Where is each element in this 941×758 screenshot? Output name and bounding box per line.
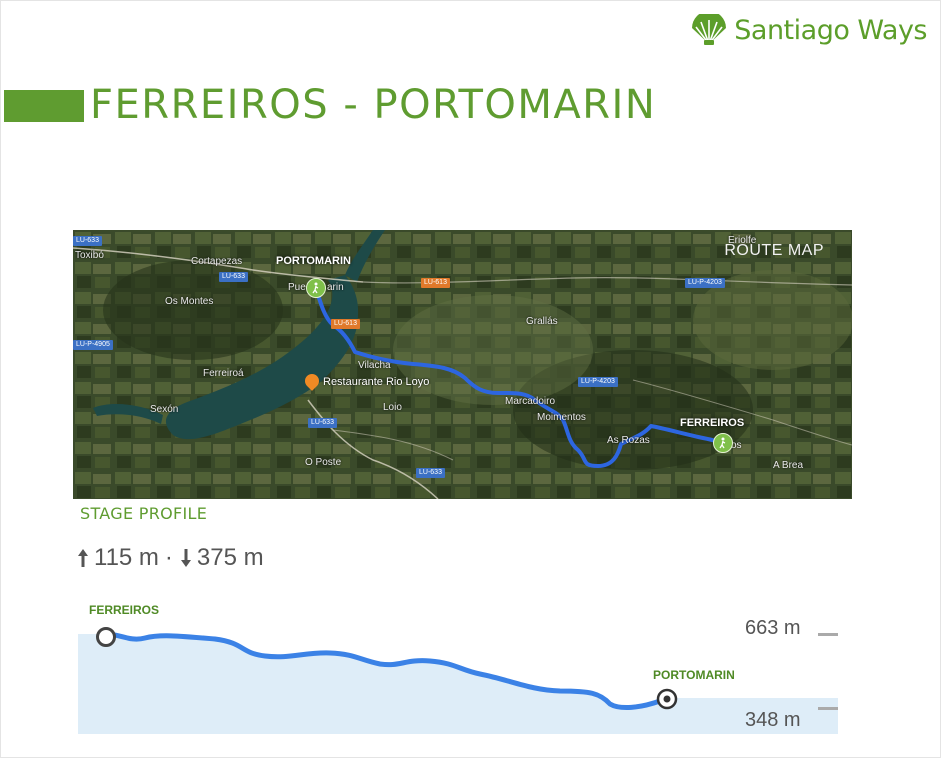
map-place-label: Moimentos [537, 412, 586, 423]
map-place-label: Toxibó [75, 250, 104, 261]
profile-heading: STAGE PROFILE [80, 504, 208, 523]
map-start-label: FERREIROS [680, 417, 745, 429]
hiker-icon[interactable] [713, 433, 733, 453]
map-place-label: Grallás [526, 316, 558, 327]
shell-icon [692, 14, 727, 45]
start-label: FERREIROS [89, 603, 159, 617]
max-tick [818, 633, 838, 636]
ascent-value: 115 m [94, 544, 159, 571]
arrow-down-icon [180, 549, 191, 567]
road-badge: LU-633 [308, 418, 337, 428]
start-point-icon [96, 627, 116, 647]
road-badge: LU-633 [416, 468, 445, 478]
road-badge: LU-633 [219, 272, 248, 282]
map-place-label: Cortapezas [191, 256, 243, 267]
min-tick [818, 707, 838, 710]
map-place-label: O Poste [305, 457, 342, 468]
brand-logo: Santiago Ways [690, 10, 927, 50]
min-elevation-label: 348 m [745, 709, 801, 731]
title-accent-bar [4, 90, 84, 122]
map-place-label: As Rozas [607, 435, 650, 446]
map-place-label: Marcadoiro [505, 396, 556, 407]
map-place-label: arin [327, 282, 344, 293]
separator: · [164, 544, 173, 571]
map-place-label: Sexón [150, 404, 179, 415]
hiker-icon[interactable] [306, 278, 326, 298]
descent-value: 375 m [196, 544, 264, 571]
map-place-label: Os Montes [165, 296, 214, 307]
poi-label: Restaurante Rio Loyo [323, 376, 430, 388]
end-label: PORTOMARIN [653, 668, 735, 682]
road-badge: LU-P-4203 [578, 377, 618, 387]
map-end-label: PORTOMARIN [276, 255, 351, 267]
route-map[interactable]: ROUTE MAP Toxibó Cortapezas Os Montes Fe… [73, 230, 852, 499]
map-place-label: Ferreiroá [203, 368, 244, 379]
brand-name: Santiago Ways [734, 14, 927, 46]
map-place-label: A Brea [773, 460, 804, 471]
elevation-profile-chart: FERREIROS PORTOMARIN 663 m 348 m [78, 603, 838, 734]
road-badge: LU-P-4905 [73, 340, 113, 350]
map-satellite-image [73, 230, 852, 499]
road-badge: LU-613 [421, 278, 450, 288]
elevation-summary: 115 m · 375 m [76, 544, 264, 572]
road-badge: LU-613 [331, 319, 360, 329]
map-place-label: Vilacha [358, 360, 391, 371]
page-title: FERREIROS - PORTOMARIN [90, 82, 657, 128]
arrow-up-icon [78, 549, 88, 567]
map-place-label: Pue [288, 282, 306, 293]
road-badge: LU-P-4203 [685, 278, 725, 288]
map-place-label: Loio [383, 402, 402, 413]
road-badge: LU-633 [73, 236, 102, 246]
map-place-label: Eriolfe [728, 235, 757, 246]
profile-area [78, 634, 838, 734]
max-elevation-label: 663 m [745, 617, 801, 639]
